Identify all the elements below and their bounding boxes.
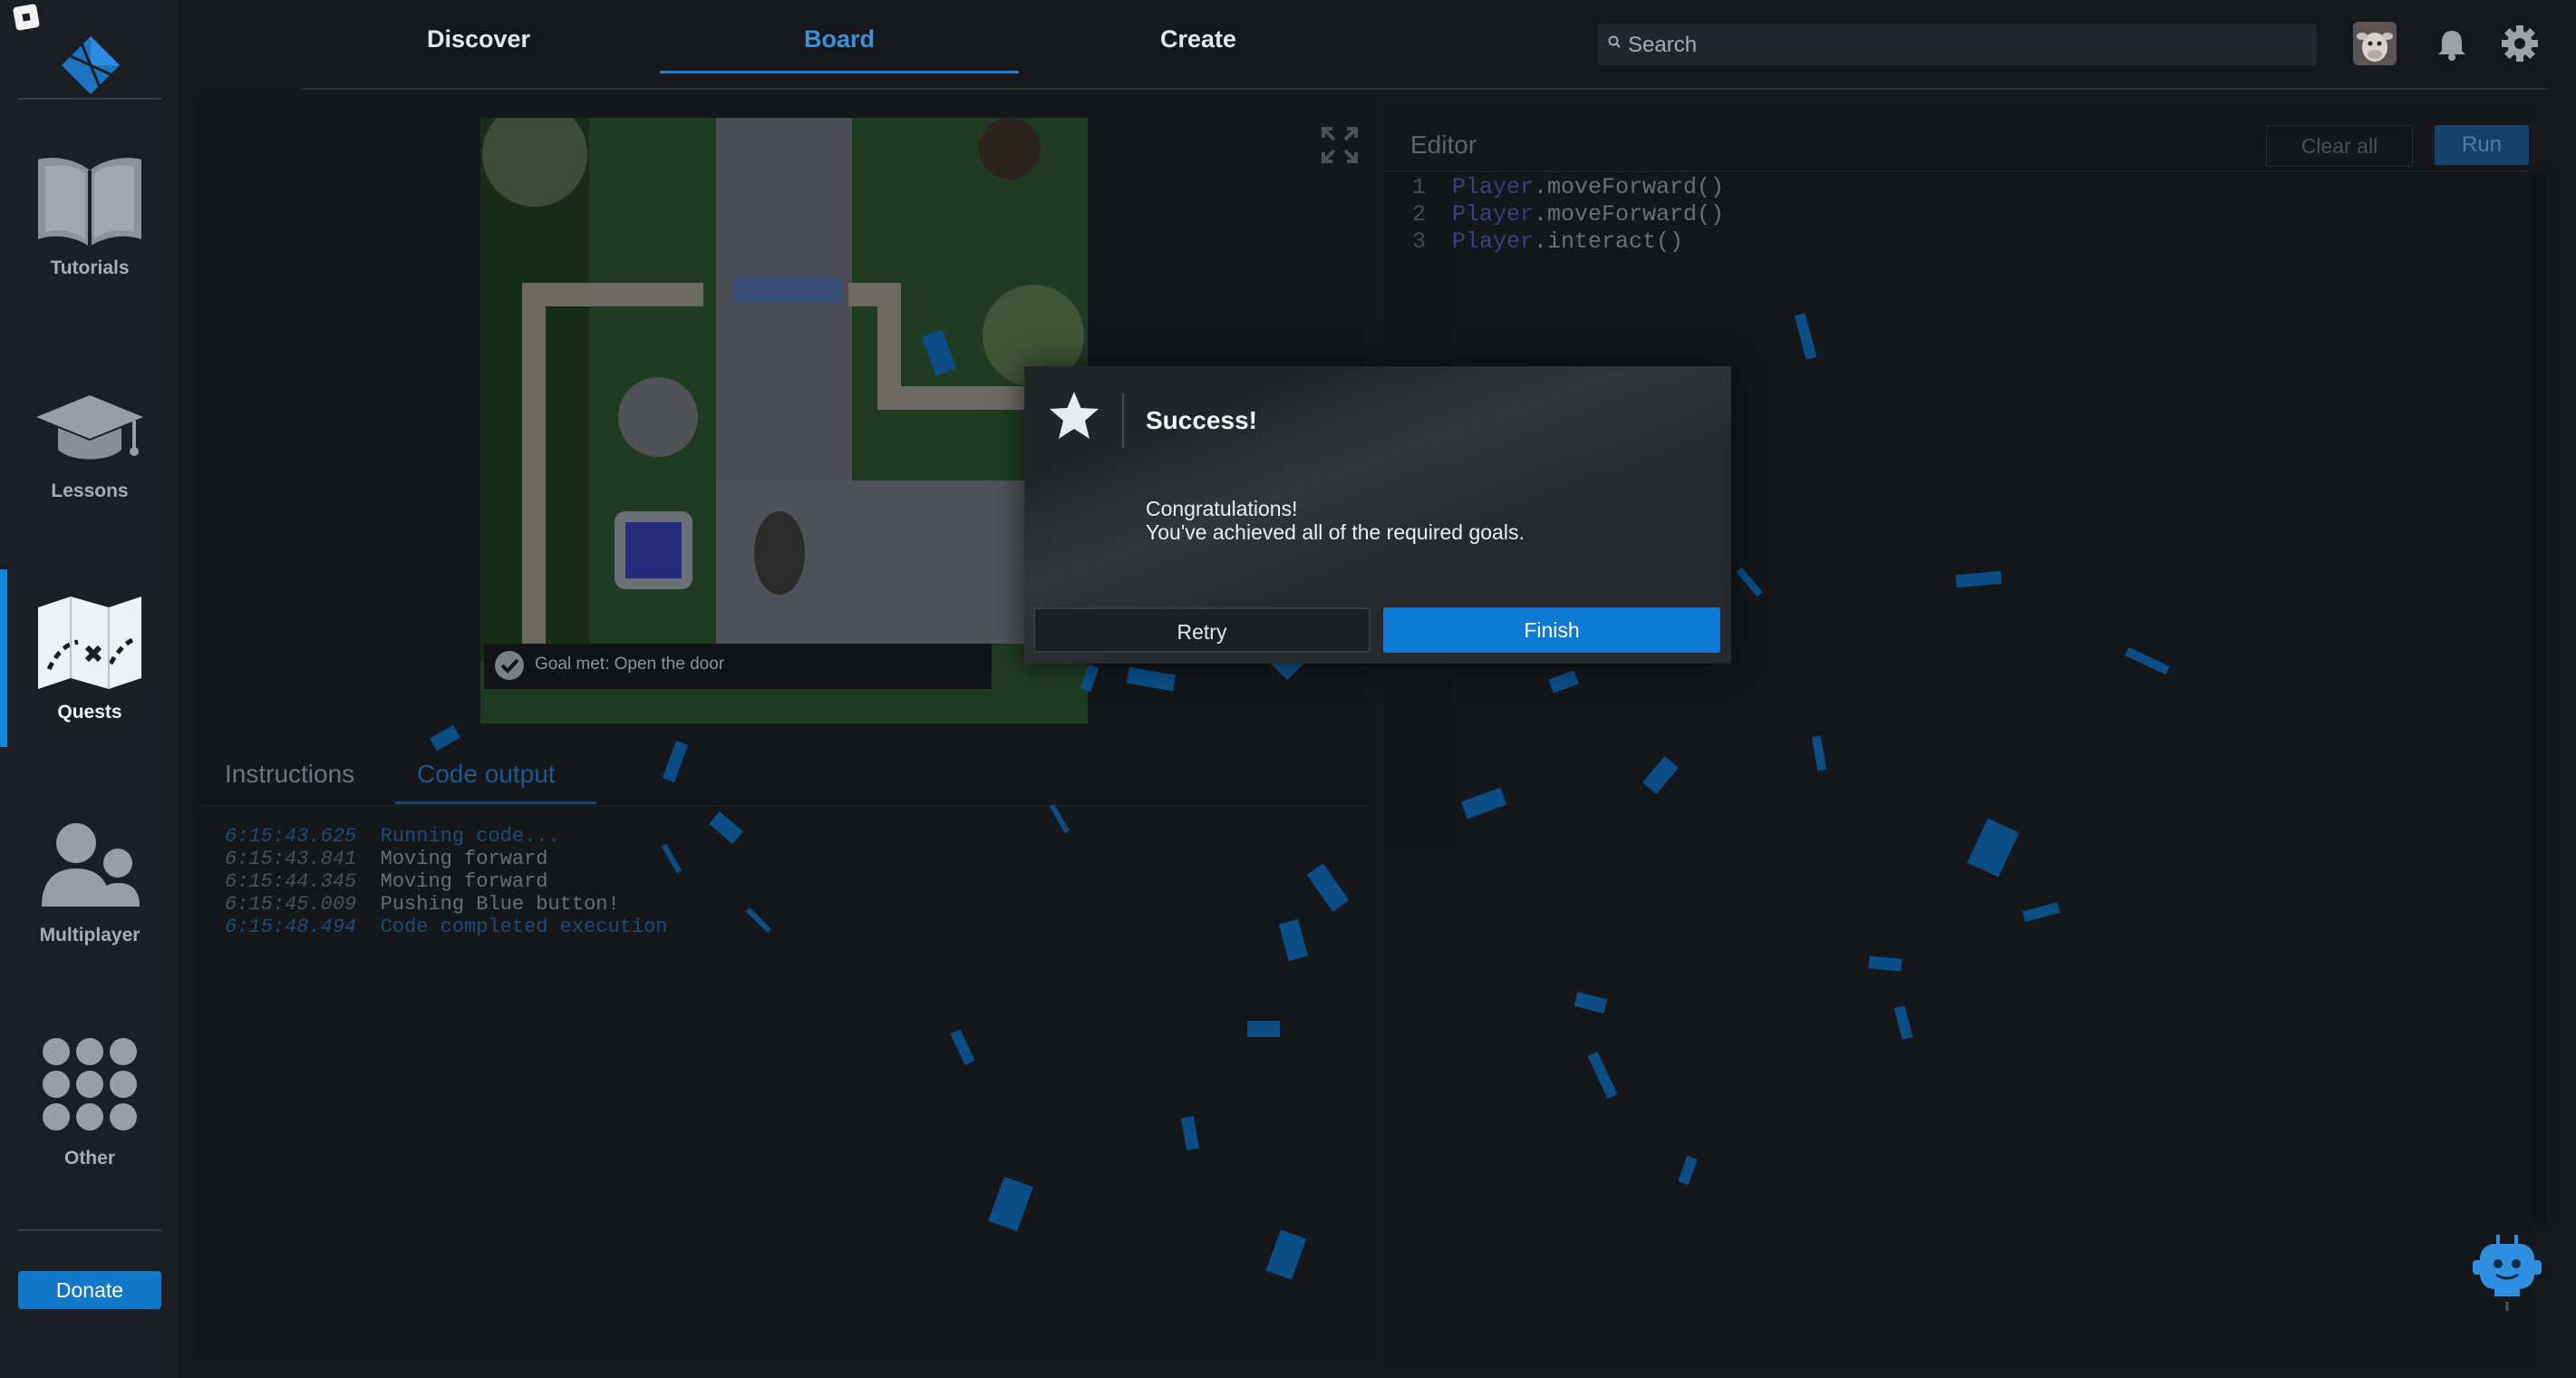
dialog-title: Success!: [1146, 406, 1257, 434]
star-icon: [1050, 392, 1099, 439]
run-button[interactable]: Run: [2435, 125, 2529, 165]
sidebar-item-label: Tutorials: [50, 257, 130, 278]
tab-instructions[interactable]: Instructions: [225, 760, 354, 789]
editor-scrollbar[interactable]: [2529, 172, 2547, 1224]
finish-button[interactable]: Finish: [1383, 607, 1720, 653]
dialog-message: Congratulations!: [1146, 497, 1298, 520]
people-icon: [42, 823, 140, 907]
search-icon: [1608, 35, 1621, 48]
log-line: 6:15:43.625 Running code...: [225, 825, 560, 848]
expand-icon[interactable]: [1320, 125, 1360, 165]
top-divider: [301, 88, 2547, 90]
sidebar-item-other[interactable]: Other: [0, 1028, 179, 1209]
tab-discover[interactable]: Discover: [388, 25, 569, 65]
avatar[interactable]: [2353, 22, 2397, 65]
tab-board[interactable]: Board: [749, 25, 930, 65]
search-input[interactable]: [1626, 24, 2300, 67]
output-divider: [201, 805, 1367, 806]
tab-code-output[interactable]: Code output: [417, 760, 556, 789]
clear-all-button[interactable]: Clear all: [2266, 125, 2413, 167]
retry-button[interactable]: Retry: [1033, 607, 1370, 653]
gear-icon[interactable]: [2500, 24, 2540, 63]
editor-title: Editor: [1410, 131, 1477, 159]
game-viewport[interactable]: [480, 118, 1088, 723]
code-line[interactable]: 3 Player.interact(): [1412, 228, 1683, 255]
log-line: 6:15:43.841 Moving forward: [225, 848, 548, 870]
code-line[interactable]: 2 Player.moveForward(): [1412, 201, 1724, 228]
treasure-map-icon: [38, 597, 141, 689]
log-line: 6:15:45.009 Pushing Blue button!: [225, 893, 620, 916]
tab-create[interactable]: Create: [1108, 25, 1289, 65]
success-dialog: Success! Congratulations! You've achieve…: [1024, 366, 1731, 664]
active-tab-underline: [660, 71, 1019, 73]
robot-assistant-icon[interactable]: [2471, 1231, 2543, 1315]
cow-avatar-icon: [2353, 22, 2397, 65]
dialog-separator: [1122, 393, 1124, 448]
graduation-cap-icon: [36, 395, 143, 460]
app-logo-icon[interactable]: [58, 33, 123, 98]
editor-divider: [1385, 170, 2529, 172]
log-line: 6:15:48.494 Code completed execution: [225, 916, 668, 938]
roblox-logo-icon[interactable]: [12, 3, 41, 32]
sidebar-divider: [18, 98, 161, 100]
confetti-piece: [1247, 1021, 1280, 1037]
sidebar-divider: [18, 1229, 161, 1231]
code-line[interactable]: 1 Player.moveForward(): [1412, 174, 1724, 200]
search-box[interactable]: [1597, 24, 2317, 67]
goal-text: Goal met: Open the door: [535, 655, 725, 674]
sidebar-item-multiplayer[interactable]: Multiplayer: [0, 805, 179, 986]
donate-button[interactable]: Donate: [18, 1271, 161, 1309]
book-icon: [38, 158, 141, 247]
sidebar-item-label: Other: [63, 1148, 115, 1169]
active-tab-underline: [395, 801, 596, 804]
sidebar-item-lessons[interactable]: Lessons: [0, 359, 179, 540]
log-line: 6:15:44.345 Moving forward: [225, 870, 548, 893]
sidebar-item-label: Multiplayer: [39, 925, 140, 946]
check-circle-icon: [495, 651, 524, 680]
game-board-image: [480, 118, 1088, 723]
editor-panel: [1385, 114, 2529, 1360]
sidebar-item-tutorials[interactable]: Tutorials: [0, 136, 179, 317]
bell-icon[interactable]: [2435, 27, 2469, 62]
sidebar-item-quests[interactable]: Quests: [0, 582, 179, 763]
dialog-message: You've achieved all of the required goal…: [1146, 520, 1525, 544]
grid-dots-icon: [43, 1038, 137, 1131]
sidebar-item-label: Quests: [57, 702, 122, 723]
confetti-piece: [1868, 956, 1903, 972]
sidebar: Tutorials Lessons Quests Multiplayer Oth…: [0, 0, 179, 1378]
sidebar-item-label: Lessons: [51, 480, 129, 501]
